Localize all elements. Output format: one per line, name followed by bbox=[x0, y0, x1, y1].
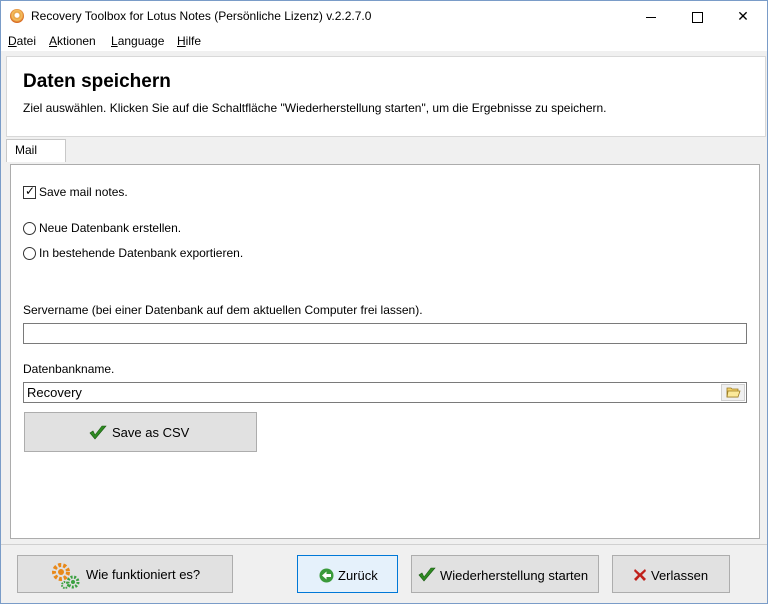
exit-label: Verlassen bbox=[651, 568, 709, 583]
page-header: Daten speichern Ziel auswählen. Klicken … bbox=[6, 56, 766, 137]
gears-icon bbox=[52, 563, 80, 589]
save-as-csv-button[interactable]: Save as CSV bbox=[24, 412, 257, 452]
tab-mail[interactable]: Mail bbox=[6, 139, 66, 162]
exit-button[interactable]: Verlassen bbox=[612, 555, 730, 593]
new-database-radio[interactable] bbox=[23, 222, 36, 235]
folder-open-icon bbox=[726, 387, 741, 398]
footer-separator bbox=[1, 544, 767, 545]
menu-bar: Datei Aktionen Language Hilfe bbox=[1, 31, 767, 51]
window-title: Recovery Toolbox for Lotus Notes (Persön… bbox=[31, 9, 372, 23]
menu-language[interactable]: Language bbox=[111, 34, 164, 48]
save-mail-notes-label: Save mail notes. bbox=[39, 185, 128, 199]
existing-database-label: In bestehende Datenbank exportieren. bbox=[39, 246, 244, 260]
maximize-button[interactable] bbox=[674, 1, 720, 31]
back-button[interactable]: Zurück bbox=[297, 555, 398, 593]
red-x-icon bbox=[634, 569, 646, 581]
page-subtitle: Ziel auswählen. Klicken Sie auf die Scha… bbox=[23, 101, 607, 115]
close-button[interactable]: ✕ bbox=[720, 1, 766, 31]
database-name-input[interactable] bbox=[27, 385, 707, 400]
browse-folder-button[interactable] bbox=[721, 384, 745, 401]
app-icon bbox=[10, 9, 24, 23]
minimize-icon bbox=[646, 16, 656, 18]
new-database-label: Neue Datenbank erstellen. bbox=[39, 221, 182, 235]
tab-content-panel: ✓ Save mail notes. Neue Datenbank erstel… bbox=[10, 164, 760, 539]
database-name-label: Datenbankname. bbox=[23, 362, 115, 376]
title-bar[interactable]: Recovery Toolbox for Lotus Notes (Persön… bbox=[1, 1, 767, 31]
existing-database-radio[interactable] bbox=[23, 247, 36, 260]
start-recovery-label: Wiederherstellung starten bbox=[440, 568, 589, 583]
tab-mail-label: Mail bbox=[15, 143, 38, 157]
menu-aktionen[interactable]: Aktionen bbox=[49, 34, 96, 48]
minimize-button[interactable] bbox=[628, 1, 674, 31]
green-check-icon bbox=[89, 425, 107, 440]
start-recovery-button[interactable]: Wiederherstellung starten bbox=[411, 555, 599, 593]
app-window: Recovery Toolbox for Lotus Notes (Persön… bbox=[0, 0, 768, 604]
checkmark-icon: ✓ bbox=[25, 184, 36, 198]
database-name-field[interactable] bbox=[23, 382, 747, 403]
back-arrow-icon bbox=[319, 568, 334, 583]
back-label: Zurück bbox=[338, 568, 378, 583]
server-name-input[interactable] bbox=[27, 326, 707, 341]
save-mail-notes-checkbox[interactable]: ✓ bbox=[23, 184, 36, 199]
how-it-works-button[interactable]: Wie funktioniert es? bbox=[17, 555, 233, 593]
menu-hilfe[interactable]: Hilfe bbox=[177, 34, 201, 48]
save-as-csv-label: Save as CSV bbox=[112, 425, 190, 440]
green-check-icon bbox=[418, 567, 436, 582]
server-name-field[interactable] bbox=[23, 323, 747, 344]
menu-datei[interactable]: Datei bbox=[8, 34, 36, 48]
server-name-label: Servername (bei einer Datenbank auf dem … bbox=[23, 303, 423, 317]
maximize-icon bbox=[691, 11, 703, 23]
page-title: Daten speichern bbox=[23, 71, 171, 92]
close-icon: ✕ bbox=[737, 8, 749, 24]
how-it-works-label: Wie funktioniert es? bbox=[86, 567, 201, 582]
